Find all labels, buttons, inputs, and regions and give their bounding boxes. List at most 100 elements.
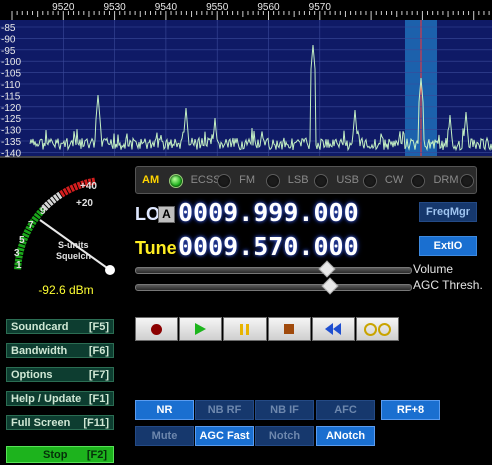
freq-tick-label: 9550 xyxy=(206,2,229,13)
mode-usb-led-icon xyxy=(362,174,377,188)
options-button[interactable]: Options [F7] xyxy=(6,367,114,382)
help-update-button[interactable]: Help / Update [F1] xyxy=(6,391,114,406)
loop-icon xyxy=(363,322,377,336)
stop-playback-button[interactable] xyxy=(267,317,311,341)
freq-tick-label: 9530 xyxy=(103,2,126,13)
meter-needle xyxy=(39,219,111,271)
rf-plus-8-button[interactable]: RF+8 xyxy=(381,400,440,420)
mode-ecss[interactable]: ECSS xyxy=(187,170,234,190)
mode-lsb[interactable]: LSB xyxy=(284,170,331,190)
db-tick-label: -135 xyxy=(1,137,21,148)
tune-label: Tune xyxy=(135,238,177,258)
meter-needle-pivot xyxy=(105,265,115,275)
freq-tick-label: 9560 xyxy=(257,2,280,13)
agc-threshold-slider[interactable] xyxy=(135,277,412,295)
meter-scale-5: 5 xyxy=(19,235,25,246)
nr-button[interactable]: NR xyxy=(135,400,194,420)
stop-icon xyxy=(284,324,295,334)
agc-threshold-label: AGC Thresh. xyxy=(413,278,483,292)
agc-threshold-slider-handle[interactable] xyxy=(321,277,338,295)
mode-cw-label: CW xyxy=(384,174,404,186)
freq-tick-label: 9570 xyxy=(309,2,332,13)
db-tick-label: -130 xyxy=(1,126,21,137)
volume-slider[interactable] xyxy=(135,260,412,278)
extio-button[interactable]: ExtIO xyxy=(419,236,477,256)
mode-fm[interactable]: FM xyxy=(235,170,282,190)
db-tick-label: -85 xyxy=(1,23,16,34)
mode-drm[interactable]: DRM xyxy=(429,170,476,190)
mode-am[interactable]: AM xyxy=(138,170,185,190)
full-screen-label: Full Screen xyxy=(11,416,71,429)
mode-drm-led-icon xyxy=(460,174,475,188)
stop-button[interactable]: Stop [F2] xyxy=(6,446,114,463)
mode-am-label: AM xyxy=(142,174,160,186)
meter-scale-plus40: +40 xyxy=(80,181,97,192)
mode-usb[interactable]: USB xyxy=(332,170,379,190)
pause-icon xyxy=(240,323,244,335)
meter-scale-1: 1 xyxy=(16,260,22,271)
mode-cw[interactable]: CW xyxy=(381,170,428,190)
meter-scale-7: 7 xyxy=(28,220,34,231)
full-screen-shortcut: [F11] xyxy=(83,416,109,429)
db-tick-label: -125 xyxy=(1,114,21,125)
mode-lsb-led-icon xyxy=(314,174,329,188)
db-tick-label: -120 xyxy=(1,103,21,114)
mute-button[interactable]: Mute xyxy=(135,426,194,446)
soundcard-button[interactable]: Soundcard [F5] xyxy=(6,319,114,334)
rewind-button[interactable] xyxy=(311,317,355,341)
rewind-icon xyxy=(325,323,334,335)
pause-icon-bar xyxy=(246,323,250,335)
spectrum-display[interactable]: 9520 9530 9540 9550 9560 9570 -85 -90 -95 -100 -1… xyxy=(0,0,492,160)
lo-label: LO xyxy=(135,204,160,224)
nb-if-button[interactable]: NB IF xyxy=(255,400,314,420)
afc-button[interactable]: AFC xyxy=(316,400,375,420)
lo-select-a-button[interactable]: A xyxy=(158,206,175,223)
mode-fm-label: FM xyxy=(239,174,256,186)
loop-icon-second xyxy=(377,322,391,336)
db-tick-label: -110 xyxy=(1,80,21,91)
help-update-label: Help / Update xyxy=(11,392,82,405)
tune-frequency-display[interactable]: 0009.570.000 xyxy=(178,232,359,261)
playback-controls xyxy=(135,317,400,341)
play-icon xyxy=(195,323,207,335)
db-tick-label: -140 xyxy=(1,148,21,159)
meter-scale-plus20: +20 xyxy=(76,198,93,209)
meter-scale-3: 3 xyxy=(14,248,20,259)
freq-tick-label: 9540 xyxy=(155,2,178,13)
rewind-icon-second xyxy=(333,323,342,335)
options-shortcut: [F7] xyxy=(88,368,109,381)
volume-label: Volume xyxy=(413,262,454,276)
full-screen-button[interactable]: Full Screen [F11] xyxy=(6,415,114,430)
mode-usb-label: USB xyxy=(336,174,359,186)
record-button[interactable] xyxy=(135,317,179,341)
s-meter: +40 +20 9 7 5 3 1 S-units Squelch xyxy=(4,164,132,284)
db-tick-label: -115 xyxy=(1,91,21,102)
freq-tick-label: 9520 xyxy=(52,2,75,13)
stop-label: Stop xyxy=(43,448,68,461)
help-update-shortcut: [F1] xyxy=(88,392,109,405)
notch-button[interactable]: Notch xyxy=(255,426,314,446)
signal-level-readout: -92.6 dBm xyxy=(38,283,94,297)
record-icon xyxy=(151,323,163,335)
loop-button[interactable] xyxy=(355,317,400,341)
bandwidth-label: Bandwidth xyxy=(11,344,68,357)
meter-scale-9: 9 xyxy=(40,206,46,217)
anotch-button[interactable]: ANotch xyxy=(316,426,375,446)
bandwidth-button[interactable]: Bandwidth [F6] xyxy=(6,343,114,358)
lo-frequency-display[interactable]: 0009.999.000 xyxy=(178,198,359,227)
mode-ecss-label: ECSS xyxy=(190,174,221,186)
volume-slider-handle[interactable] xyxy=(318,260,336,278)
mode-selector: AM ECSS FM LSB USB CW DRM xyxy=(135,166,477,194)
mode-fm-led-icon xyxy=(265,174,280,188)
db-tick-label: -95 xyxy=(1,46,16,57)
mode-cw-led-icon xyxy=(411,174,426,188)
bandwidth-shortcut: [F6] xyxy=(88,344,109,357)
freqmgr-button[interactable]: FreqMgr xyxy=(419,202,477,222)
mode-am-led-icon xyxy=(168,174,183,188)
db-tick-label: -105 xyxy=(1,69,21,80)
nb-rf-button[interactable]: NB RF xyxy=(195,400,254,420)
db-tick-label: -100 xyxy=(1,57,21,68)
pause-button[interactable] xyxy=(223,317,267,341)
agc-fast-button[interactable]: AGC Fast xyxy=(195,426,254,446)
play-button[interactable] xyxy=(179,317,223,341)
